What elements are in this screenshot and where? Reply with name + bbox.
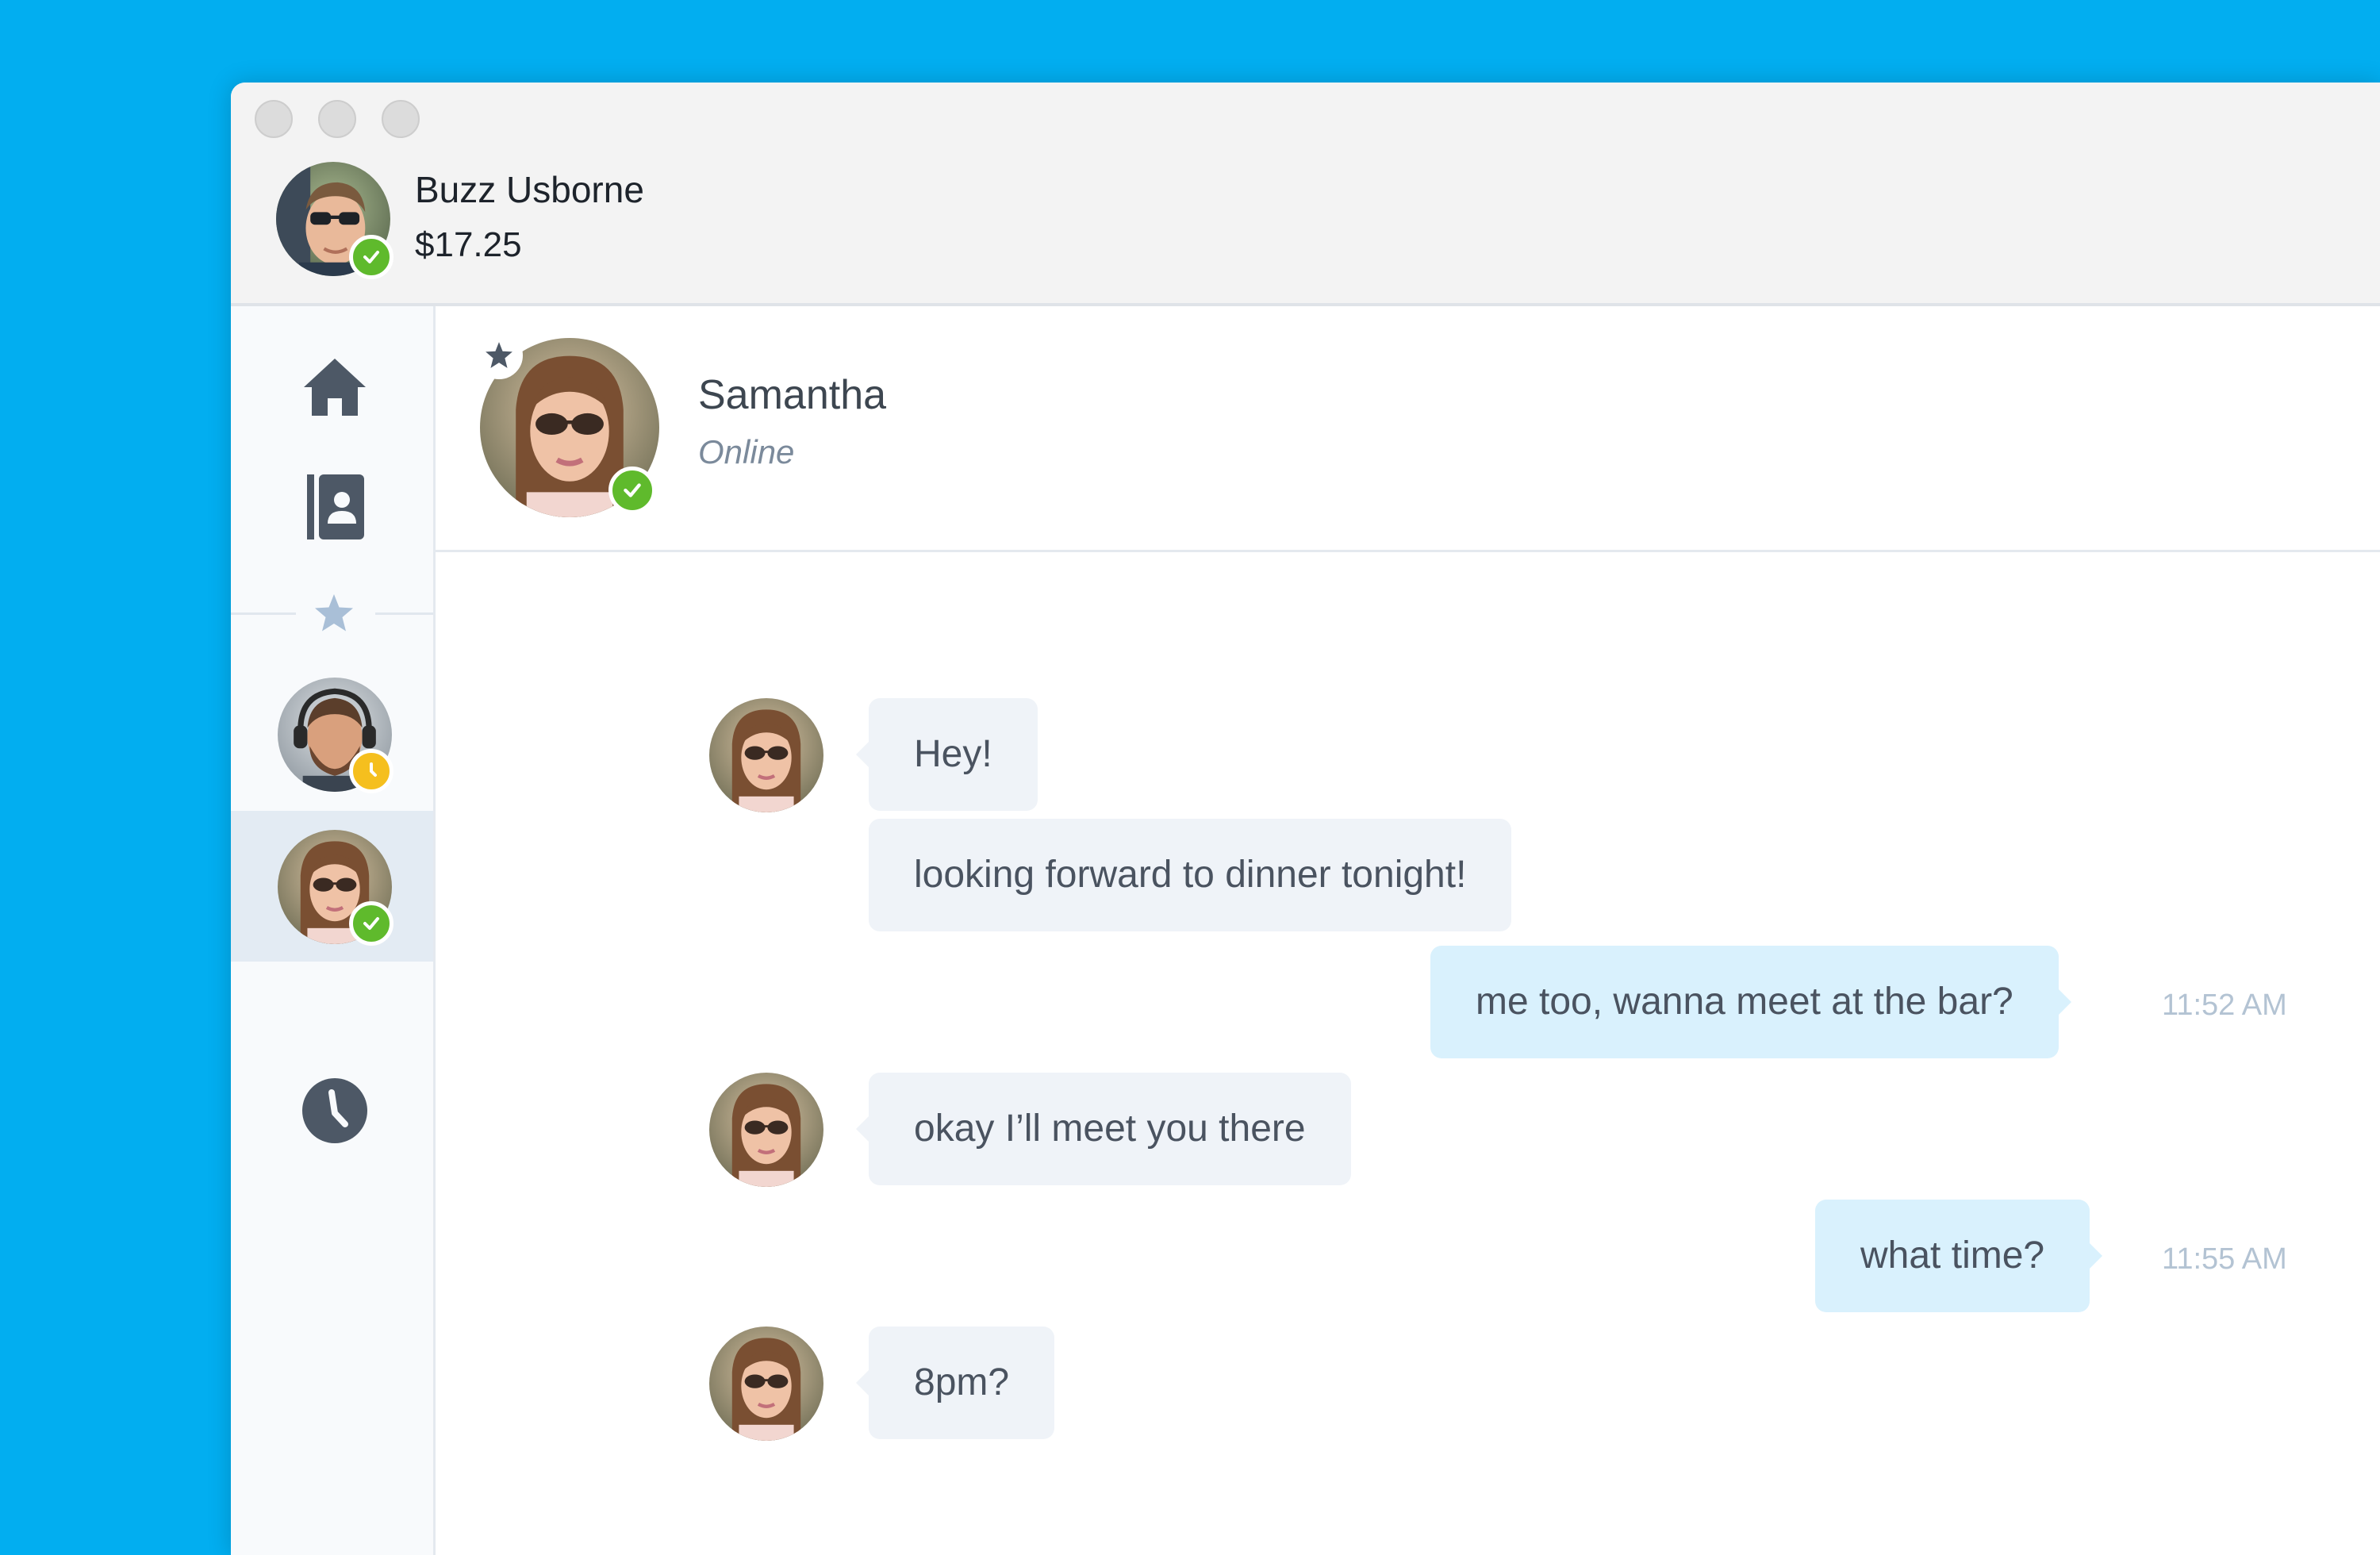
contact-avatar[interactable]	[475, 332, 659, 517]
samantha-avatar	[709, 1327, 823, 1441]
sidebar-contact-bearded-man[interactable]	[278, 678, 393, 793]
online-status-badge	[608, 466, 656, 514]
online-status-badge	[349, 235, 393, 279]
account-balance: $17.25	[415, 225, 522, 264]
sidebar-contact-samantha[interactable]	[278, 830, 393, 946]
check-icon	[363, 917, 379, 930]
message-timestamp: 11:55 AM	[2162, 1242, 2287, 1276]
away-status-badge	[349, 749, 393, 793]
account-name: Buzz Usborne	[415, 169, 644, 210]
message-timestamp: 11:52 AM	[2162, 989, 2287, 1022]
zoom-window-button[interactable]	[382, 100, 420, 138]
sidebar-divider-left	[231, 612, 296, 615]
sidebar	[231, 306, 436, 1555]
incoming-message[interactable]: Hey!	[856, 698, 1038, 811]
minimize-window-button[interactable]	[318, 100, 356, 138]
incoming-message[interactable]: 8pm?	[855, 1327, 1055, 1439]
title-bar: Buzz Usborne $17.25	[231, 83, 2380, 306]
account-avatar[interactable]	[276, 162, 393, 279]
sidebar-divider-right	[375, 612, 433, 615]
conversation-header: Samantha Online	[436, 306, 2380, 552]
clock-icon[interactable]	[302, 1078, 367, 1143]
message-sender-avatar[interactable]	[709, 698, 823, 812]
favorite-badge	[475, 332, 523, 379]
app-window: Buzz Usborne $17.25 Samantha Online Hey!…	[231, 83, 2380, 1555]
contact-name: Samantha	[698, 372, 887, 418]
star-icon[interactable]	[313, 593, 355, 634]
outgoing-message[interactable]: what time?	[1815, 1200, 2103, 1312]
home-icon[interactable]	[302, 357, 367, 417]
incoming-message[interactable]: okay I’ll meet you there	[856, 1073, 1351, 1185]
close-window-button[interactable]	[255, 100, 293, 138]
online-status-badge	[349, 901, 393, 946]
star-icon	[486, 342, 512, 368]
message-sender-avatar[interactable]	[709, 1073, 823, 1187]
contacts-book-icon[interactable]	[307, 474, 364, 539]
outgoing-message[interactable]: me too, wanna meet at the bar?	[1430, 946, 2071, 1058]
clock-icon	[370, 762, 377, 777]
check-icon	[624, 483, 641, 497]
incoming-message[interactable]: looking forward to dinner tonight!	[869, 819, 1512, 931]
contact-status: Online	[698, 433, 795, 470]
samantha-avatar	[709, 1073, 823, 1187]
message-sender-avatar[interactable]	[709, 1327, 823, 1441]
samantha-avatar	[709, 698, 823, 812]
check-icon	[363, 251, 379, 263]
